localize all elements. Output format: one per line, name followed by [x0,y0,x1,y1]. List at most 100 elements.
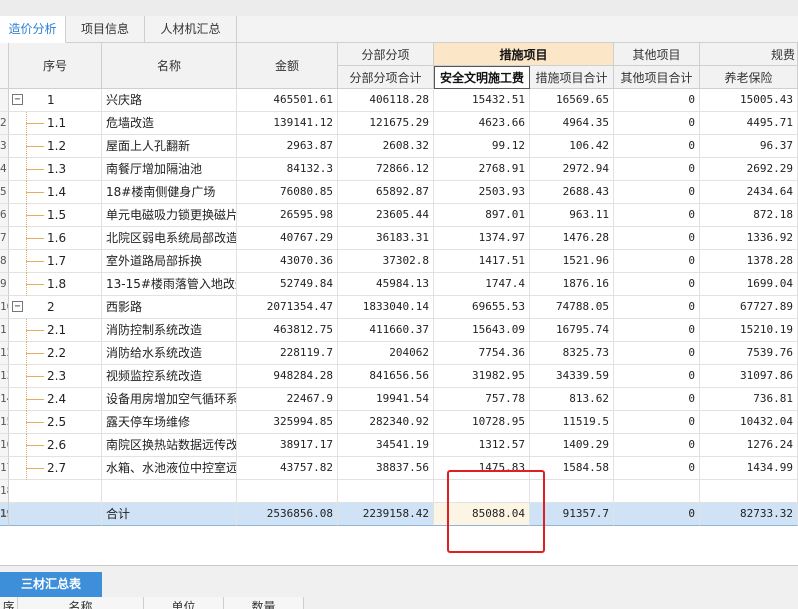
cell-qita-total[interactable]: 0 [614,273,700,296]
cell-fenbu-total[interactable]: 65892.87 [338,181,434,204]
cell-cuoshi-total[interactable]: 106.42 [530,135,614,158]
table-row[interactable]: 9 1.8 13-15#楼雨落管入地改造 52749.84 45984.13 1747.4… [0,273,798,296]
cell-amount[interactable]: 139141.12 [237,112,338,135]
cell-fenbu-total[interactable]: 38837.56 [338,457,434,480]
collapse-icon[interactable]: − [12,301,23,312]
cell-amount[interactable]: 465501.61 [237,89,338,112]
cell-name[interactable]: 13-15#楼雨落管入地改造 [102,273,237,296]
table-row[interactable]: 12 2.2 消防给水系统改造228119.72040627754.368325.7… [0,342,798,365]
cell-qita-total[interactable]: 0 [614,434,700,457]
table-row[interactable]: 16 2.6 南院区换热站数据远传改造38917.1734541.191312.57… [0,434,798,457]
cell-fenbu-total[interactable]: 2608.32 [338,135,434,158]
total-cell-fenbu-total[interactable]: 2239158.42 [338,503,434,526]
cell-amount[interactable]: 2071354.47 [237,296,338,319]
cell-name[interactable]: 水箱、水池液位中控室远… [102,457,237,480]
cell-amount[interactable]: 22467.9 [237,388,338,411]
cell-safety-fee[interactable]: 2503.93 [434,181,530,204]
table-row[interactable]: 8 1.7 室外道路局部拆换 43070.36 37302.8 1417.51 1521.9… [0,250,798,273]
cell-qita-total[interactable]: 0 [614,365,700,388]
cell-amount[interactable]: 40767.29 [237,227,338,250]
col-header-qita-total[interactable]: 其他项目合计 [614,66,700,89]
cell-amount[interactable]: 84132.3 [237,158,338,181]
cell-name[interactable]: 18#楼南侧健身广场 [102,181,237,204]
cell-fenbu-total[interactable]: 282340.92 [338,411,434,434]
cell-safety-fee[interactable]: 99.12 [434,135,530,158]
cell-pension[interactable]: 1276.24 [700,434,798,457]
cell-qita-total[interactable]: 0 [614,388,700,411]
cell-safety-fee[interactable]: 4623.66 [434,112,530,135]
cell-fenbu-total[interactable] [338,480,434,503]
table-row[interactable]: 6 1.5 单元电磁吸力锁更换磁片 26595.98 23605.44 897.01 963… [0,204,798,227]
cell-cuoshi-total[interactable]: 11519.5 [530,411,614,434]
collapse-icon[interactable]: − [12,94,23,105]
table-row[interactable]: −1 兴庆路 465501.61 406118.28 15432.51 16569.65 0… [0,89,798,112]
table-row[interactable]: 18 [0,480,798,503]
cell-pension[interactable]: 1378.28 [700,250,798,273]
cell-pension[interactable]: 736.81 [700,388,798,411]
cell-name[interactable]: 室外道路局部拆换 [102,250,237,273]
cell-cuoshi-total[interactable]: 963.11 [530,204,614,227]
table-row[interactable]: 3 1.2 屋面上人孔翻新 2963.87 2608.32 99.12 106.42 0 96.… [0,135,798,158]
cell-pension[interactable]: 4495.71 [700,112,798,135]
cell-qita-total[interactable] [614,480,700,503]
table-row[interactable]: 14 2.4 设备用房增加空气循环系统22467.919941.54757.7881… [0,388,798,411]
cell-safety-fee[interactable]: 69655.53 [434,296,530,319]
cell-pension[interactable]: 15005.43 [700,89,798,112]
cell-safety-fee[interactable]: 1374.97 [434,227,530,250]
cell-name[interactable]: 设备用房增加空气循环系统 [102,388,237,411]
cell-cuoshi-total[interactable]: 1476.28 [530,227,614,250]
cell-amount[interactable]: 43757.82 [237,457,338,480]
cell-pension[interactable]: 2434.64 [700,181,798,204]
cell-safety-fee[interactable]: 15432.51 [434,89,530,112]
cell-cuoshi-total[interactable]: 1409.29 [530,434,614,457]
cell-name[interactable]: 消防控制系统改造 [102,319,237,342]
cell-safety-fee[interactable]: 15643.09 [434,319,530,342]
cell-name[interactable]: 屋面上人孔翻新 [102,135,237,158]
cell-fenbu-total[interactable]: 204062 [338,342,434,365]
cell-safety-fee[interactable]: 31982.95 [434,365,530,388]
cell-name[interactable]: 视频监控系统改造 [102,365,237,388]
total-cell-qita-total[interactable]: 0 [614,503,700,526]
cell-name[interactable]: 消防给水系统改造 [102,342,237,365]
cell-pension[interactable]: 1434.99 [700,457,798,480]
cell-qita-total[interactable]: 0 [614,135,700,158]
cell-amount[interactable]: 26595.98 [237,204,338,227]
cell-qita-total[interactable]: 0 [614,457,700,480]
cell-pension[interactable]: 96.37 [700,135,798,158]
cell-cuoshi-total[interactable]: 1876.16 [530,273,614,296]
col-header-fenbu-total[interactable]: 分部分项合计 [338,66,434,89]
cell-fenbu-total[interactable]: 37302.8 [338,250,434,273]
cell-amount[interactable] [237,480,338,503]
cell-amount[interactable]: 948284.28 [237,365,338,388]
cell-qita-total[interactable]: 0 [614,89,700,112]
tab-labor-material-summary[interactable]: 人材机汇总 [145,16,237,43]
cell-pension[interactable]: 1699.04 [700,273,798,296]
total-cell-pension[interactable]: 82733.32 [700,503,798,526]
cell-fenbu-total[interactable]: 19941.54 [338,388,434,411]
cell-name[interactable]: 危墙改造 [102,112,237,135]
cell-fenbu-total[interactable]: 411660.37 [338,319,434,342]
table-row[interactable]: 7 1.6 北院区弱电系统局部改造 40767.29 36183.31 1374.97 14… [0,227,798,250]
cell-qita-total[interactable]: 0 [614,342,700,365]
cell-fenbu-total[interactable]: 121675.29 [338,112,434,135]
cell-name[interactable] [102,480,237,503]
table-row[interactable]: 15 2.5 露天停车场维修325994.85282340.9210728.9511… [0,411,798,434]
cell-amount[interactable]: 52749.84 [237,273,338,296]
cell-name[interactable]: 南院区换热站数据远传改造 [102,434,237,457]
cell-qita-total[interactable]: 0 [614,181,700,204]
cell-cuoshi-total[interactable]: 34339.59 [530,365,614,388]
total-cell-amount[interactable]: 2536856.08 [237,503,338,526]
col-header-amount[interactable]: 金额 [237,43,338,89]
cell-amount[interactable]: 76080.85 [237,181,338,204]
cell-pension[interactable]: 1336.92 [700,227,798,250]
cell-safety-fee[interactable]: 7754.36 [434,342,530,365]
cell-cuoshi-total[interactable]: 813.62 [530,388,614,411]
cell-safety-fee[interactable]: 2768.91 [434,158,530,181]
tab-project-info[interactable]: 项目信息 [66,16,145,43]
cell-qita-total[interactable]: 0 [614,250,700,273]
cell-safety-fee[interactable]: 1312.57 [434,434,530,457]
cell-safety-fee[interactable]: 1417.51 [434,250,530,273]
cell-fenbu-total[interactable]: 1833040.14 [338,296,434,319]
cell-cuoshi-total[interactable]: 4964.35 [530,112,614,135]
cell-name[interactable]: 南餐厅增加隔油池 [102,158,237,181]
